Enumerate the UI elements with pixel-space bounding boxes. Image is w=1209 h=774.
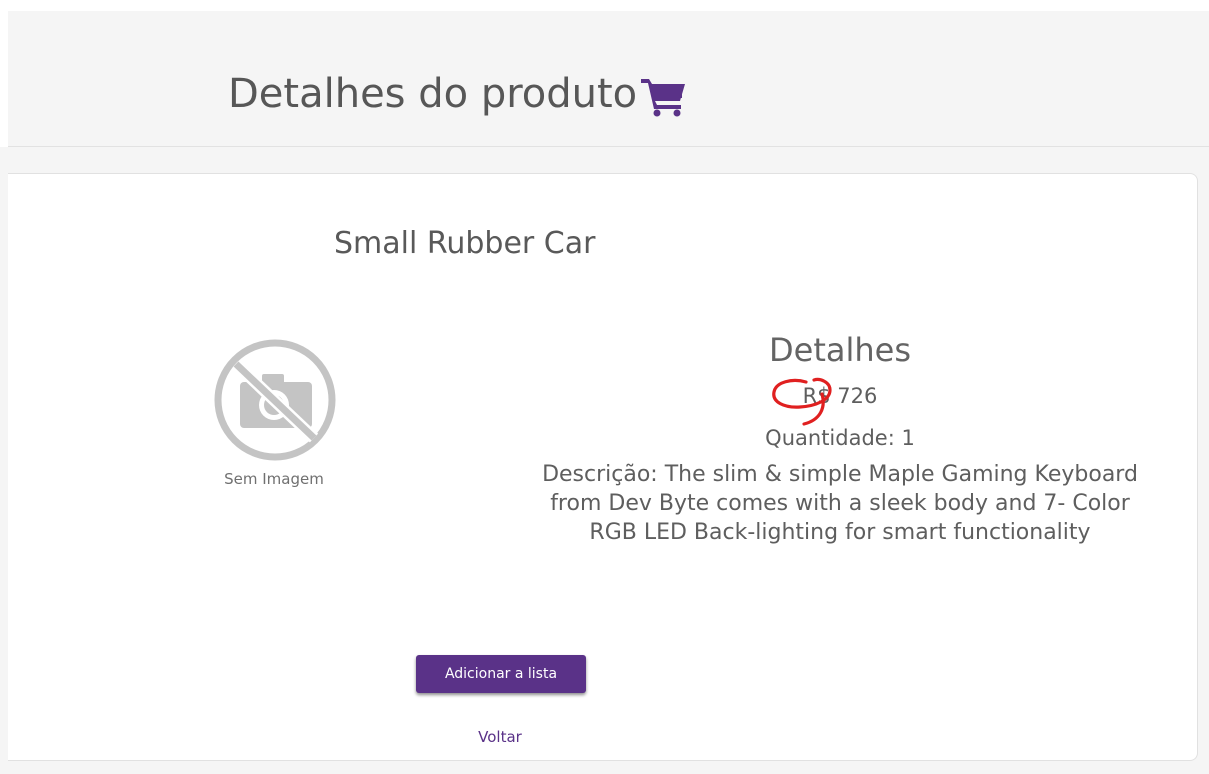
product-name: Small Rubber Car — [334, 226, 596, 261]
product-image-placeholder: Sem Imagem — [204, 336, 344, 496]
product-description: Descrição: The slim & simple Maple Gamin… — [542, 462, 1138, 545]
page-title-text: Detalhes do produto — [228, 71, 638, 117]
page-title: Detalhes do produto — [228, 70, 689, 118]
shopping-cart-icon — [641, 79, 686, 117]
product-quantity: Quantidade: 1 — [765, 426, 915, 450]
details-heading: Detalhes — [768, 331, 911, 369]
no-camera-icon — [214, 339, 336, 461]
back-link[interactable]: Voltar — [460, 727, 540, 747]
product-price: R$ 726 — [802, 384, 878, 408]
add-to-list-button[interactable]: Adicionar a lista — [416, 655, 586, 693]
product-details-page: Detalhes do produto Small Rubber Car Sem… — [0, 0, 1209, 774]
no-image-label: Sem Imagem — [224, 470, 324, 488]
